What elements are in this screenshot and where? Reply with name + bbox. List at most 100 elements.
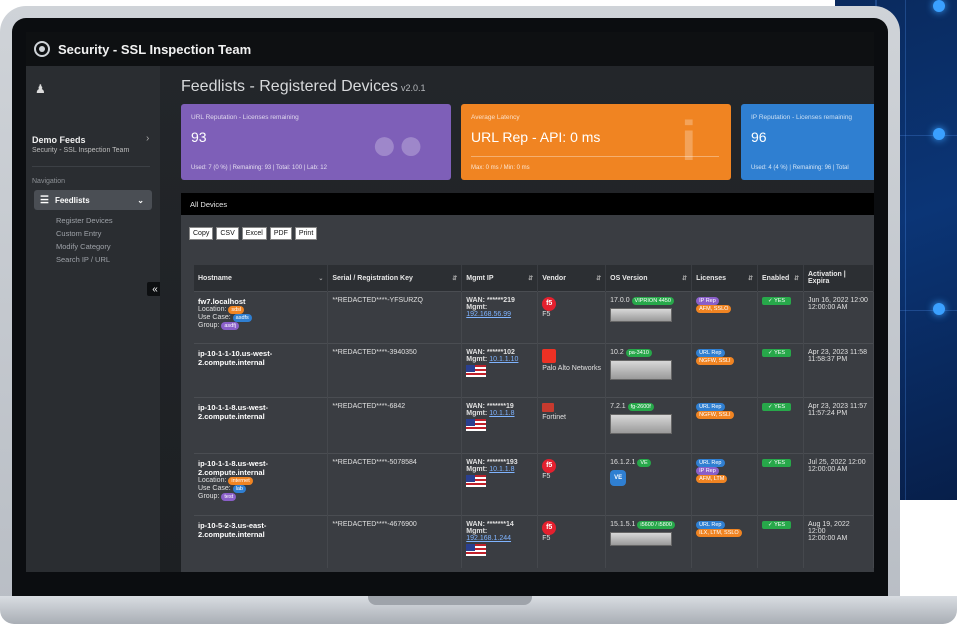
card-footer: Used: 7 (0 %) | Remaining: 93 | Total: 1… — [191, 165, 327, 171]
mgmt-ip-link[interactable]: 10.1.1.8 — [489, 466, 514, 473]
nav-feedlists-label: Feedlists — [54, 195, 90, 205]
mgmt-ip-link[interactable]: 10.1.1.10 — [489, 356, 518, 363]
table-row[interactable]: ip-10-5-2-3.us-east-2.compute.internal *… — [194, 515, 874, 568]
enabled-badge[interactable]: ✓ YES — [762, 403, 792, 411]
cell-licenses: IP Rep AFM, SSLO — [691, 291, 759, 344]
table-row[interactable]: ip-10-1-1-8.us-west-2.compute.internal L… — [194, 453, 874, 516]
cell-os-version: 10.2 pa-3410 — [605, 343, 693, 398]
cell-serial: **REDACTED****-5078584 — [327, 453, 463, 516]
user-icon[interactable]: ♟ — [35, 82, 46, 96]
sidebar: ♟ Demo Feeds Security - SSL Inspection T… — [26, 66, 163, 572]
model-badge: fg-2600f — [627, 403, 654, 411]
cell-os-version: 17.0.0 VIPRION 4450 — [605, 291, 693, 344]
ve-logo-icon: VE — [610, 470, 627, 486]
appliance-image — [610, 360, 673, 380]
app-logo-icon — [34, 41, 50, 57]
model-badge: VIPRION 4450 — [631, 297, 674, 305]
col-serial[interactable]: Serial / Registration Key ⇵ — [327, 265, 463, 292]
enabled-badge[interactable]: ✓ YES — [762, 521, 792, 529]
nav-search-ip-url[interactable]: Search IP / URL — [56, 255, 110, 264]
table-row[interactable]: ip-10-1-1-8.us-west-2.compute.internal *… — [194, 397, 874, 454]
cell-vendor: f5 F5 — [537, 291, 607, 344]
cell-mgmt-ip: WAN: *******14 Mgmt: 192.168.1.244 — [461, 515, 539, 568]
card-value: 96 — [751, 129, 767, 145]
cell-serial: **REDACTED****-4676900 — [327, 515, 463, 568]
us-flag-icon — [466, 475, 487, 487]
cell-serial: **REDACTED****-6842 — [327, 397, 463, 454]
chevron-right-icon[interactable]: › — [146, 133, 149, 144]
cell-activation: Apr 23, 2023 11:57 11:57:24 PM — [803, 397, 874, 454]
app-title: Security - SSL Inspection Team — [58, 41, 252, 57]
cell-enabled: ✓ YES — [757, 397, 804, 454]
col-vendor[interactable]: Vendor ⇵ — [537, 265, 607, 292]
cell-mgmt-ip: WAN: ******102 Mgmt: 10.1.1.10 — [461, 343, 539, 398]
nav-modify-category[interactable]: Modify Category — [56, 242, 111, 251]
mgmt-ip-link[interactable]: 192.168.56.99 — [466, 311, 511, 318]
us-flag-icon — [466, 544, 487, 556]
nav-custom-entry[interactable]: Custom Entry — [56, 229, 101, 238]
table-row[interactable]: fw7.localhost Location: sdsl Use Case: a… — [194, 291, 874, 344]
license-badge: IP Rep — [696, 467, 719, 475]
table-row[interactable]: ip-10-1-1-10.us-west-2.compute.internal … — [194, 343, 874, 398]
page-version: v2.0.1 — [400, 83, 426, 93]
f5-logo-icon: f5 — [542, 459, 557, 473]
model-badge: i5600 / i5800 — [637, 521, 675, 529]
divider — [32, 166, 150, 167]
cell-activation: Jun 16, 2022 12:00 12:00:00 AM — [803, 291, 874, 344]
cell-licenses: URL Rep NGFW, SSLI — [691, 397, 759, 454]
feeds-subtitle: Security - SSL Inspection Team — [32, 147, 130, 154]
cell-vendor: f5 F5 — [537, 453, 607, 516]
nav-register-devices[interactable]: Register Devices — [56, 216, 113, 225]
paloalto-logo-icon — [542, 349, 557, 363]
cell-mgmt-ip: WAN: *******19 Mgmt: 10.1.1.8 — [461, 397, 539, 454]
enabled-badge[interactable]: ✓ YES — [762, 297, 792, 305]
info-icon: i — [681, 109, 697, 172]
devices-table: Hostname ⌄ Serial / Registration Key ⇵ Mgm… — [194, 265, 874, 568]
card-ip-reputation: IP Reputation - Licenses remaining 96 Us… — [741, 104, 874, 180]
location-badge: sdsl — [228, 306, 245, 314]
cell-vendor: f5 F5 — [537, 515, 607, 568]
enabled-badge[interactable]: ✓ YES — [762, 459, 792, 467]
laptop-base — [0, 596, 957, 624]
model-badge: VE — [637, 459, 651, 467]
col-hostname[interactable]: Hostname ⌄ — [194, 265, 329, 292]
col-enabled[interactable]: Enabled ⇵ — [757, 265, 804, 292]
card-label: Average Latency — [471, 114, 520, 121]
col-licenses[interactable]: Licenses ⇵ — [691, 265, 759, 292]
devices-panel: Copy CSV Excel PDF Print Hostname ⌄ Seria… — [181, 215, 874, 572]
appliance-image — [610, 414, 673, 434]
mgmt-ip-link[interactable]: 192.168.1.244 — [466, 535, 511, 542]
nav-heading: Navigation — [32, 178, 66, 185]
cell-licenses: URL Rep IP Rep AFM, LTM — [691, 453, 759, 516]
col-activation[interactable]: Activation | Expira — [803, 265, 874, 292]
usecase-badge: asdfs — [232, 314, 252, 322]
list-icon: ☰ — [40, 194, 49, 206]
enabled-badge[interactable]: ✓ YES — [762, 349, 792, 357]
card-average-latency: Average Latency URL Rep - API: 0 ms i Ma… — [461, 104, 731, 180]
nav-feedlists[interactable]: ☰ Feedlists ⌄ — [34, 190, 152, 210]
col-mgmt-ip[interactable]: Mgmt IP ⇵ — [461, 265, 539, 292]
cell-activation: Jul 25, 2022 12:00 12:00:00 AM — [803, 453, 874, 516]
group-badge: asdfj — [221, 322, 239, 330]
excel-button[interactable]: Excel — [241, 227, 267, 240]
col-os-version[interactable]: OS Version ⇵ — [605, 265, 693, 292]
cell-licenses: URL Rep ILX, LTM, SSLO — [691, 515, 759, 568]
cell-hostname: ip-10-1-1-8.us-west-2.compute.internal L… — [194, 453, 329, 516]
location-badge: internet — [228, 477, 253, 485]
license-badge: NGFW, SSLI — [696, 357, 734, 365]
license-badge: URL Rep — [696, 403, 725, 411]
mgmt-ip-link[interactable]: 10.1.1.8 — [489, 410, 514, 417]
pdf-button[interactable]: PDF — [269, 227, 292, 240]
copy-button[interactable]: Copy — [189, 227, 214, 240]
fortinet-logo-icon — [542, 403, 555, 412]
group-badge: test — [221, 493, 237, 501]
f5-logo-icon: f5 — [542, 297, 557, 311]
model-badge: pa-3410 — [625, 349, 652, 357]
main-content: Feedlists - Registered Devices v2.0.1 URL… — [160, 66, 874, 572]
license-badge: ILX, LTM, SSLO — [696, 529, 742, 537]
csv-button[interactable]: CSV — [216, 227, 239, 240]
license-badge: URL Rep — [696, 349, 725, 357]
cell-hostname: ip-10-5-2-3.us-east-2.compute.internal — [194, 515, 329, 568]
print-button[interactable]: Print — [294, 227, 318, 240]
feeds-name[interactable]: Demo Feeds — [32, 135, 86, 145]
